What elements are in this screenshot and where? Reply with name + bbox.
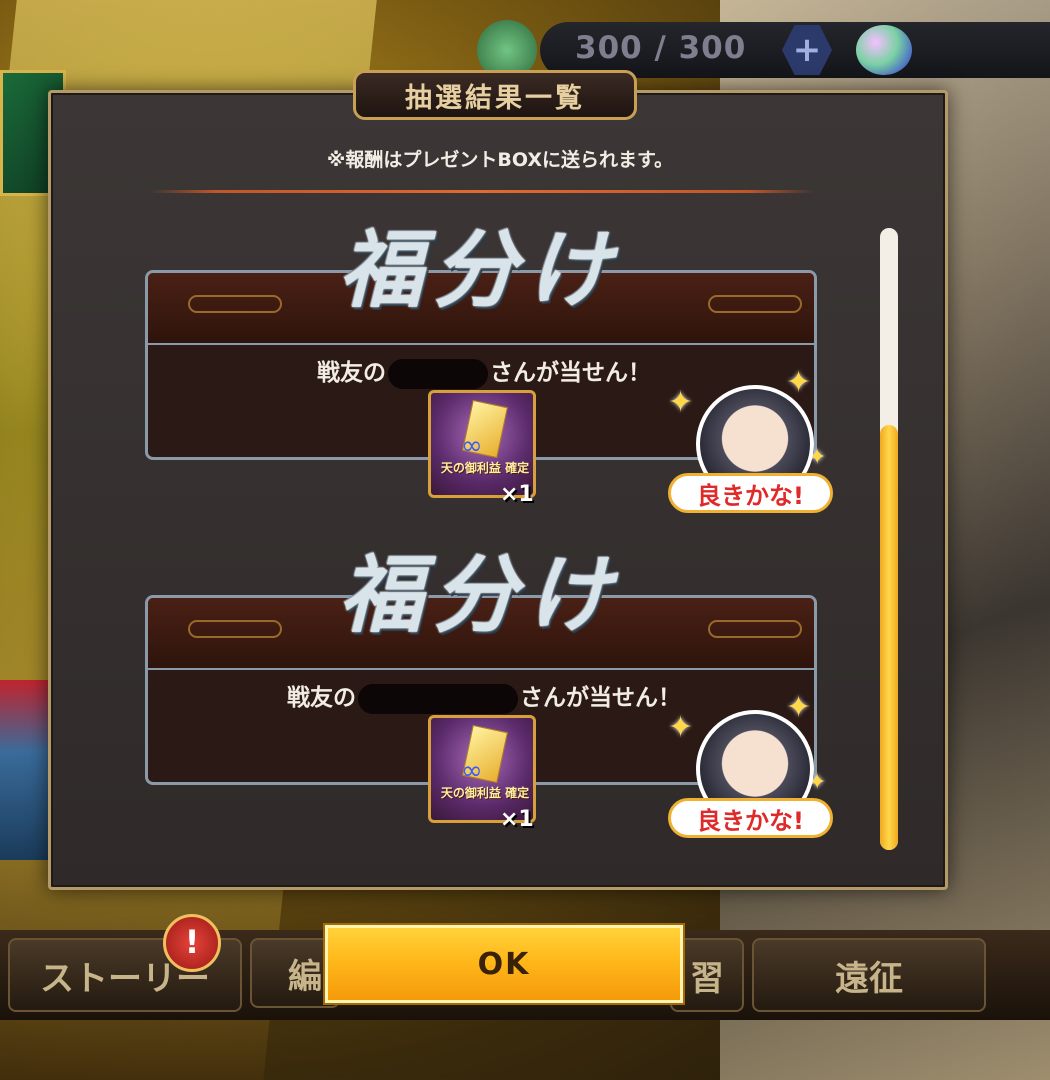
nav-expedition-button[interactable]: 遠征: [752, 938, 986, 1012]
nav-train-label: 習: [690, 958, 724, 999]
modal-title: 抽選結果一覧: [353, 70, 637, 120]
character-stamp: ✦ ✦ ✦ 良きかな!: [668, 690, 833, 855]
stamp-text: 良きかな!: [668, 473, 833, 513]
event-banner: [0, 680, 55, 860]
card-heading: 福分け: [338, 220, 621, 319]
divider: [150, 190, 815, 193]
sparkle-icon: ✦: [786, 365, 812, 400]
character-stamp: ✦ ✦ ✦ 良きかな!: [668, 365, 833, 530]
alert-icon: !: [163, 914, 221, 972]
nav-expedition-label: 遠征: [835, 958, 903, 999]
banner-pattern: [188, 295, 282, 313]
redacted-name: [388, 358, 488, 389]
gem-icon[interactable]: [856, 25, 912, 75]
ok-button-label: OK: [477, 946, 531, 982]
banner-pattern: [708, 295, 802, 313]
banner-pattern: [188, 620, 282, 638]
item-quantity: ×1: [500, 482, 534, 507]
stamp-text: 良きかな!: [668, 798, 833, 838]
redacted-name: [358, 683, 518, 714]
ribbon-icon: ∞: [461, 431, 483, 461]
sparkle-icon: ✦: [668, 385, 694, 420]
sparkle-icon: ✦: [786, 690, 812, 725]
sparkle-icon: ✦: [668, 710, 694, 745]
scrollbar-thumb[interactable]: [880, 425, 898, 850]
stamina-counter: 300 / 300: [575, 30, 747, 66]
ribbon-icon: ∞: [461, 756, 483, 786]
item-quantity: ×1: [500, 807, 534, 832]
card-heading: 福分け: [338, 545, 621, 644]
item-label: 天の御利益 確定: [440, 786, 530, 800]
banner-pattern: [708, 620, 802, 638]
item-label: 天の御利益 確定: [440, 461, 530, 475]
reward-notice: ※報酬はプレゼントBOXに送られます。: [326, 149, 674, 171]
ok-button[interactable]: OK: [325, 925, 683, 1003]
nav-edit-label: 編: [288, 956, 322, 997]
